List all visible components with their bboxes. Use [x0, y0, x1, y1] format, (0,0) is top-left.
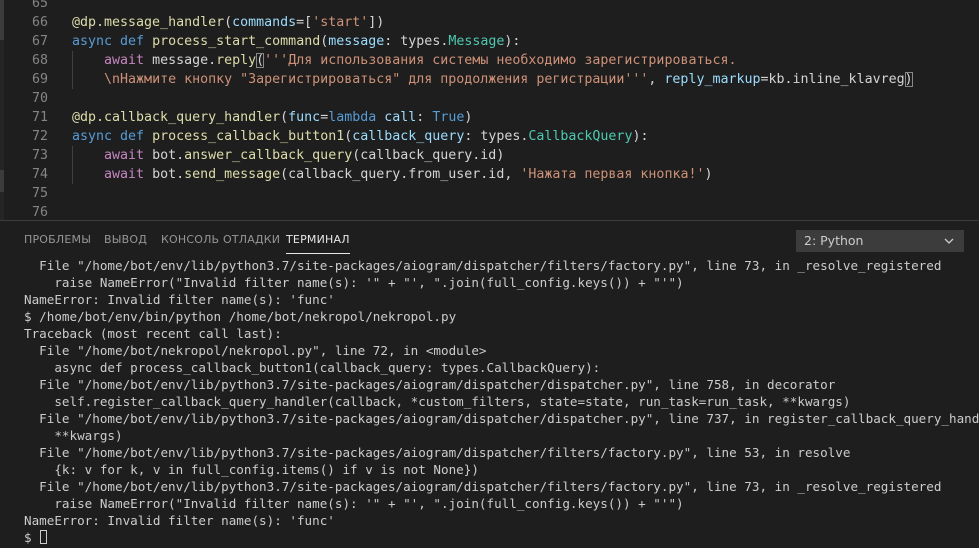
code-text: \nНажмите кнопку "Зарегистрироваться" дл…: [104, 72, 913, 87]
terminal-line: raise NameError("Invalid filter name(s):…: [24, 496, 684, 511]
terminal-line: async def process_callback_button1(callb…: [24, 360, 601, 375]
line-number: 71: [31, 110, 48, 125]
tab-debug-console[interactable]: КОНСОЛЬ ОТЛАДКИ: [161, 233, 280, 247]
tab-problems[interactable]: ПРОБЛЕМЫ: [24, 233, 91, 247]
code-editor[interactable]: 65 66 @dp.message_handler(commands=['start…: [0, 0, 979, 220]
bottom-panel: ПРОБЛЕМЫ ВЫВОД КОНСОЛЬ ОТЛАДКИ ТЕРМИНАЛ …: [0, 220, 979, 547]
line-number: 65: [31, 0, 48, 11]
line-number: 75: [31, 186, 48, 201]
code-text: @dp.callback_query_handler(func=lambda c…: [72, 110, 473, 125]
terminal-line: File "/home/bot/env/lib/python3.7/site-p…: [24, 411, 979, 426]
terminal-line: File "/home/bot/env/lib/python3.7/site-p…: [24, 445, 851, 460]
terminal-output[interactable]: File "/home/bot/env/lib/python3.7/site-p…: [0, 259, 979, 548]
code-text: await bot.answer_callback_query(callback…: [104, 148, 505, 163]
code-text: async def process_callback_button1(callb…: [72, 129, 649, 144]
terminal-prompt: $: [24, 530, 40, 545]
code-line: 66 @dp.message_handler(commands=['start']…: [0, 13, 979, 32]
code-line: 76: [0, 203, 979, 220]
line-number: 73: [31, 148, 48, 163]
line-number: 72: [31, 129, 48, 144]
terminal-line: **kwargs): [24, 428, 123, 443]
code-line: 71 @dp.callback_query_handler(func=lambda…: [0, 108, 979, 127]
terminal-line: File "/home/bot/env/lib/python3.7/site-p…: [24, 479, 942, 494]
terminal-line: NameError: Invalid filter name(s): 'func…: [24, 513, 335, 528]
code-line: 68 await message.reply('''Для использова…: [0, 51, 979, 70]
terminal-line: $ /home/bot/env/bin/python /home/bot/nek…: [24, 309, 457, 324]
terminal-line: {k: v for k, v in full_config.items() if…: [24, 462, 479, 477]
line-number: 67: [31, 34, 48, 49]
code-line: 73 await bot.answer_callback_query(callb…: [0, 146, 979, 165]
terminal-cursor: [40, 530, 48, 544]
code-line: 70: [0, 89, 979, 108]
line-number: 74: [31, 167, 48, 182]
code-line: 72 async def process_callback_button1(cal…: [0, 127, 979, 146]
chevron-down-icon: [944, 238, 954, 244]
terminal-line: raise NameError("Invalid filter name(s):…: [24, 275, 684, 290]
line-number: 69: [31, 72, 48, 87]
terminal-line: Traceback (most recent call last):: [24, 326, 282, 341]
code-line: 69 \nНажмите кнопку "Зарегистрироваться"…: [0, 70, 979, 89]
code-line: 74 await bot.send_message(callback_query…: [0, 165, 979, 184]
terminal-line: File "/home/bot/env/lib/python3.7/site-p…: [24, 259, 942, 273]
line-number: 76: [31, 205, 48, 220]
code-line: 67 async def process_start_command(messag…: [0, 32, 979, 51]
panel-tabs: ПРОБЛЕМЫ ВЫВОД КОНСОЛЬ ОТЛАДКИ ТЕРМИНАЛ …: [0, 221, 979, 259]
code-text: async def process_start_command(message:…: [72, 34, 521, 49]
line-number: 70: [31, 91, 48, 106]
line-number: 66: [31, 15, 48, 30]
code-line: 65: [0, 0, 979, 13]
terminal-prompt-line[interactable]: $: [24, 529, 48, 546]
code-text: await bot.send_message(callback_query.fr…: [104, 167, 713, 182]
terminal-select-value: 2: Python: [804, 233, 864, 248]
terminal-select-dropdown[interactable]: 2: Python: [796, 230, 964, 252]
terminal-line: File "/home/bot/nekropol/nekropol.py", l…: [24, 343, 487, 358]
line-number: 68: [31, 53, 48, 68]
tab-terminal[interactable]: ТЕРМИНАЛ: [286, 233, 350, 254]
tab-output[interactable]: ВЫВОД: [104, 233, 147, 247]
code-text: await message.reply('''Для использования…: [104, 53, 737, 68]
terminal-line: NameError: Invalid filter name(s): 'func…: [24, 292, 335, 307]
terminal-line: File "/home/bot/env/lib/python3.7/site-p…: [24, 377, 836, 392]
code-line: 75: [0, 184, 979, 203]
code-text: @dp.message_handler(commands=['start']): [72, 15, 385, 30]
terminal-line: self.register_callback_query_handler(cal…: [24, 394, 851, 409]
